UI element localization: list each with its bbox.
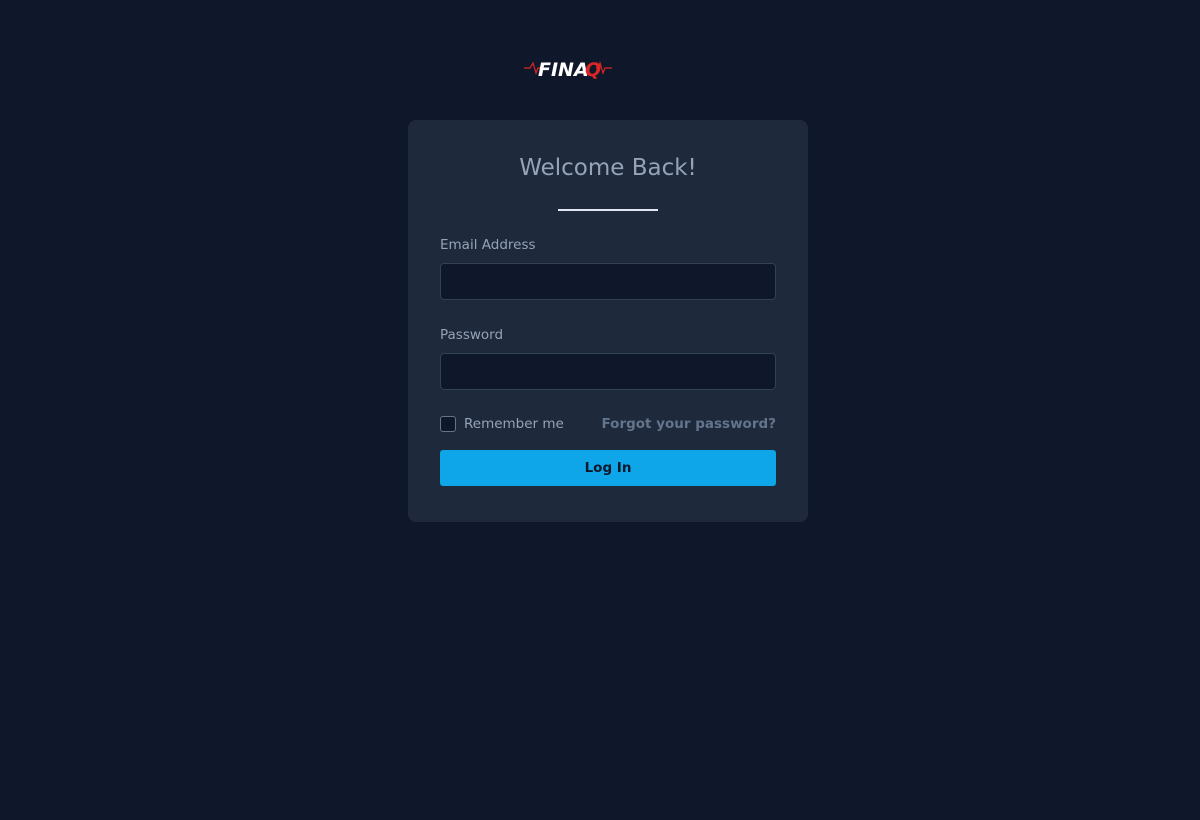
forgot-password-link[interactable]: Forgot your password? (602, 416, 777, 432)
remember-me-option[interactable]: Remember me (440, 416, 564, 432)
email-field[interactable] (440, 263, 776, 300)
remember-me-checkbox[interactable] (440, 416, 456, 432)
finaq-logo: FINA Q (524, 59, 612, 81)
remember-me-label[interactable]: Remember me (464, 416, 564, 432)
password-label: Password (440, 327, 504, 343)
page-title: Welcome Back! (519, 155, 697, 181)
password-field[interactable] (440, 353, 776, 390)
title-divider (558, 209, 658, 211)
login-button[interactable]: Log In (440, 450, 776, 486)
login-page: FINA Q Welcome Back! Email Address Passw… (0, 0, 1200, 820)
email-label: Email Address (440, 237, 536, 253)
svg-text:FINA: FINA (538, 59, 589, 81)
login-options-row: Remember me Forgot your password? (440, 415, 776, 433)
svg-text:Q: Q (585, 59, 601, 81)
login-card: Welcome Back! Email Address Password Rem… (408, 120, 808, 522)
